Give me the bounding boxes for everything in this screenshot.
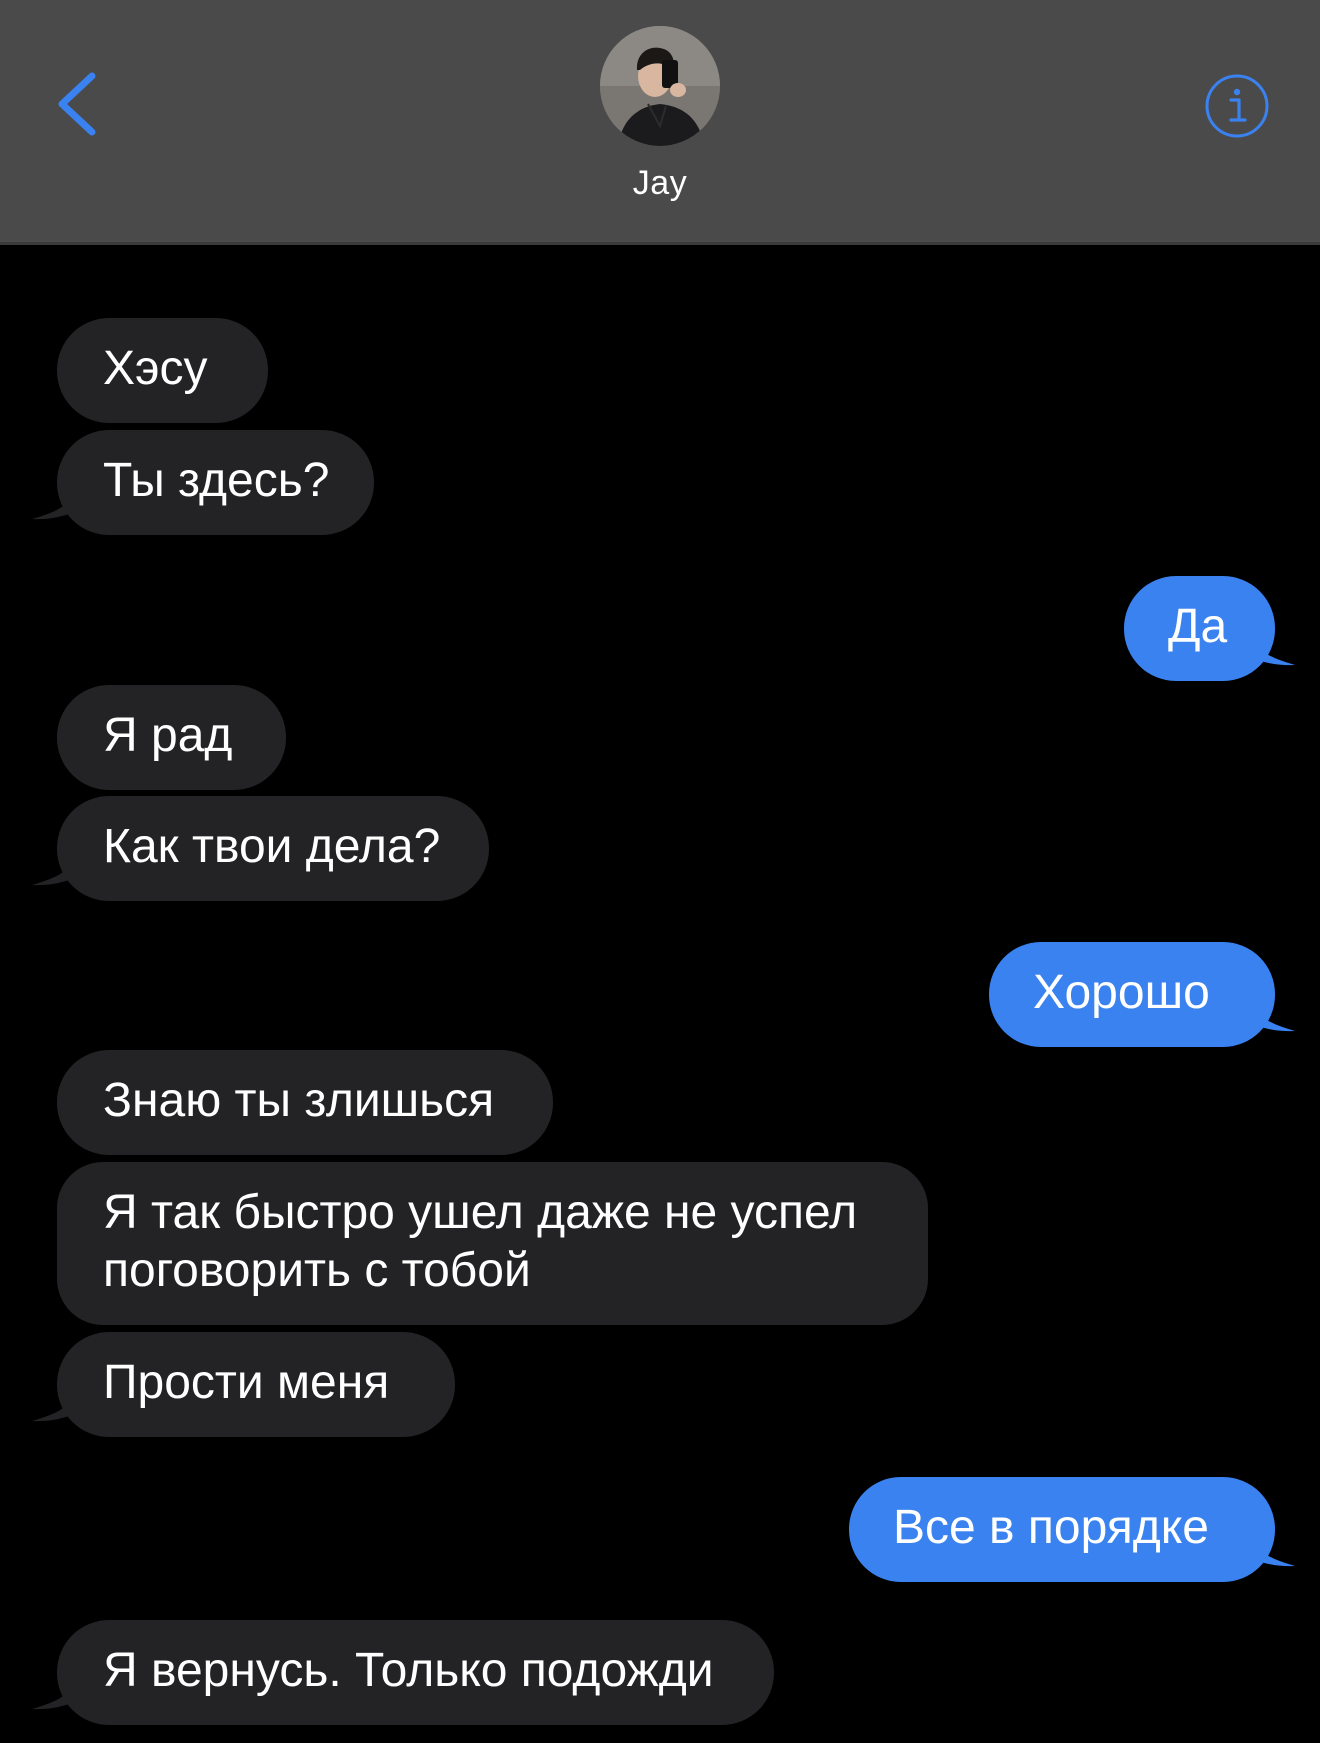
message-text: Хэсу: [103, 342, 208, 395]
message-text: Да: [1168, 600, 1228, 653]
incoming-message-bubble[interactable]: Ты здесь?: [57, 430, 374, 535]
incoming-message-bubble[interactable]: Знаю ты злишься: [57, 1050, 553, 1155]
message-text: Как твои дела?: [103, 820, 441, 873]
message-text: Прости меня: [103, 1356, 390, 1409]
incoming-message-bubble[interactable]: Как твои дела?: [57, 796, 489, 901]
message-text: Я рад: [103, 709, 233, 762]
chevron-left-icon: [58, 72, 96, 136]
outgoing-message-bubble[interactable]: Да: [1124, 576, 1275, 681]
message-text: Знаю ты злишься: [103, 1074, 495, 1127]
outgoing-message-bubble[interactable]: Все в порядке: [849, 1477, 1275, 1582]
info-circle-icon: [1205, 74, 1269, 138]
incoming-message-bubble[interactable]: Хэсу: [57, 318, 268, 423]
message-list[interactable]: Хэсу Ты здесь? Да Я рад Как твои дела? Х…: [0, 245, 1320, 1743]
message-text: Я так быстро ушел даже не успел поговори…: [103, 1186, 858, 1297]
incoming-message-bubble[interactable]: Я вернусь. Только подожди: [57, 1620, 774, 1725]
back-button[interactable]: [48, 62, 118, 146]
contact-name[interactable]: Jay: [0, 164, 1320, 203]
message-text: Все в порядке: [893, 1501, 1209, 1554]
conversation-header: Jay: [0, 0, 1320, 245]
message-text: Я вернусь. Только подожди: [103, 1644, 714, 1697]
incoming-message-bubble[interactable]: Я рад: [57, 685, 286, 790]
incoming-message-bubble[interactable]: Прости меня: [57, 1332, 455, 1437]
message-text: Ты здесь?: [103, 454, 330, 507]
incoming-message-bubble[interactable]: Я так быстро ушел даже не успел поговори…: [57, 1162, 928, 1325]
message-text: Хорошо: [1033, 966, 1210, 1019]
avatar[interactable]: [600, 26, 720, 146]
contact-photo: [600, 26, 720, 146]
info-button[interactable]: [1204, 73, 1270, 139]
outgoing-message-bubble[interactable]: Хорошо: [989, 942, 1275, 1047]
